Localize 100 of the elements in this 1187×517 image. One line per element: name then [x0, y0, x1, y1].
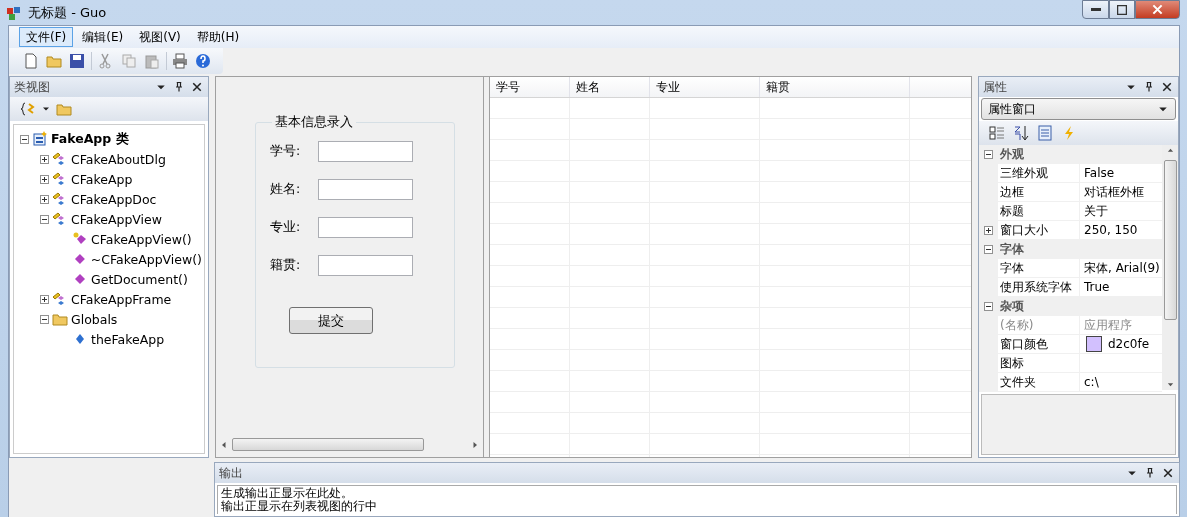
vertical-scrollbar[interactable]: [1162, 145, 1178, 390]
collapse-button[interactable]: [984, 244, 993, 254]
close-button[interactable]: [190, 80, 204, 94]
maximize-button[interactable]: [1109, 0, 1135, 19]
categorized-button[interactable]: [987, 123, 1007, 143]
property-value[interactable]: 对话框外框: [1084, 183, 1144, 201]
expand-button[interactable]: [984, 225, 993, 235]
plus-icon: [41, 155, 48, 163]
close-button[interactable]: [1161, 466, 1175, 480]
object-dropdown[interactable]: 属性窗口: [981, 98, 1176, 120]
property-name: 窗口颜色: [998, 335, 1080, 353]
column-header[interactable]: 专业: [650, 77, 760, 97]
property-name: 文件夹: [998, 373, 1080, 391]
input-field[interactable]: [318, 141, 413, 162]
tree-item[interactable]: CFakeAppDoc: [71, 191, 157, 207]
submit-button[interactable]: 提交: [289, 307, 373, 334]
field-label: 专业:: [270, 219, 300, 236]
group-title: 基本信息录入: [274, 114, 354, 131]
expand-button[interactable]: [40, 294, 49, 304]
panel-title: 输出: [219, 464, 244, 482]
tree-item[interactable]: GetDocument(): [91, 271, 188, 287]
collapse-button[interactable]: [20, 134, 29, 144]
braces-icon: [20, 101, 36, 117]
copy-icon: [120, 53, 137, 69]
panel-title: 类视图: [14, 78, 51, 96]
tree-item[interactable]: Globals: [71, 311, 118, 327]
column-header[interactable]: 姓名: [570, 77, 650, 97]
plus-icon: [985, 226, 992, 234]
collapse-button[interactable]: [40, 214, 49, 224]
expand-button[interactable]: [40, 174, 49, 184]
property-value[interactable]: True: [1084, 280, 1110, 294]
property-value[interactable]: c:\: [1084, 375, 1099, 389]
scroll-thumb[interactable]: [232, 438, 424, 451]
scissors-icon: [97, 53, 114, 69]
scroll-thumb[interactable]: [1163, 160, 1177, 320]
input-field[interactable]: [318, 217, 413, 238]
property-value[interactable]: d2c0fe: [1108, 337, 1150, 351]
property-name: 三维外观: [998, 164, 1080, 182]
input-field[interactable]: [318, 255, 413, 276]
category-name: 杂项: [998, 297, 1080, 315]
field-label: 姓名:: [270, 181, 300, 198]
folder-icon: [45, 53, 62, 69]
scroll-down-icon: [1166, 381, 1174, 388]
list-icon: [1037, 125, 1053, 141]
property-name: 图标: [998, 354, 1080, 372]
menu-item[interactable]: 帮助(H): [189, 27, 247, 47]
output-line: 输出正显示在列表视图的行中: [221, 500, 378, 513]
print-button[interactable]: [170, 51, 190, 71]
collapse-button[interactable]: [40, 314, 49, 324]
property-name: 标题: [998, 202, 1080, 220]
pin-icon: [173, 81, 185, 93]
tree-item[interactable]: ~CFakeAppView(): [90, 251, 202, 267]
plus-icon: [41, 195, 48, 203]
printer-icon: [172, 53, 189, 69]
save-button[interactable]: [67, 51, 87, 71]
scroll-right-icon: [471, 440, 479, 449]
tree-item[interactable]: theFakeApp: [91, 331, 165, 347]
collapse-button[interactable]: [984, 301, 993, 311]
menu-item[interactable]: 文件(F): [19, 27, 74, 47]
tree-item[interactable]: CFakeAppView(): [91, 231, 192, 247]
expand-button[interactable]: [40, 194, 49, 204]
tree-item[interactable]: CFakeAppView: [71, 211, 162, 227]
sort-icon: [1013, 125, 1029, 141]
scroll-up-icon: [1166, 147, 1174, 154]
minimize-button[interactable]: [1082, 0, 1109, 19]
tree-item[interactable]: CFakeAboutDlg: [71, 151, 166, 167]
category-name: 外观: [998, 145, 1080, 163]
input-field[interactable]: [318, 179, 413, 200]
collapse-button[interactable]: [984, 149, 993, 159]
property-name: 字体: [998, 259, 1080, 277]
save-icon: [69, 53, 86, 69]
plus-icon: [41, 295, 48, 303]
menu-item[interactable]: 编辑(E): [75, 27, 131, 47]
tree-item[interactable]: CFakeApp: [71, 171, 133, 187]
horizontal-scrollbar[interactable]: [220, 436, 479, 453]
tree-item[interactable]: FakeApp 类: [51, 130, 129, 148]
window-title: 无标题 - Guo: [28, 3, 107, 22]
close-icon: [191, 81, 203, 93]
column-header[interactable]: 籍贯: [760, 77, 910, 97]
scroll-left-icon: [220, 440, 228, 449]
category-name: 字体: [998, 240, 1080, 258]
field-label: 籍贯:: [270, 257, 300, 274]
column-header[interactable]: 学号: [490, 77, 570, 97]
panel-title: 属性: [983, 78, 1008, 96]
list-view[interactable]: 学号 姓名 专业 籍贯: [489, 77, 971, 457]
property-value[interactable]: 宋体, Arial(9): [1084, 259, 1160, 277]
pin-icon: [1144, 467, 1156, 479]
property-value[interactable]: 250, 150: [1084, 223, 1138, 237]
menu-item[interactable]: 视图(V): [132, 27, 188, 47]
folder-icon: [52, 311, 68, 327]
tree-item[interactable]: CFakeAppFrame: [71, 291, 172, 307]
close-button[interactable]: [1160, 80, 1174, 94]
property-value[interactable]: False: [1084, 166, 1115, 180]
close-icon: [1162, 467, 1174, 479]
field-label: 学号:: [270, 143, 300, 160]
close-icon: [1152, 4, 1163, 15]
property-value[interactable]: 关于: [1084, 202, 1108, 220]
dropdown-icon: [42, 105, 50, 113]
expand-button[interactable]: [40, 154, 49, 164]
property-name: (名称): [998, 316, 1080, 334]
